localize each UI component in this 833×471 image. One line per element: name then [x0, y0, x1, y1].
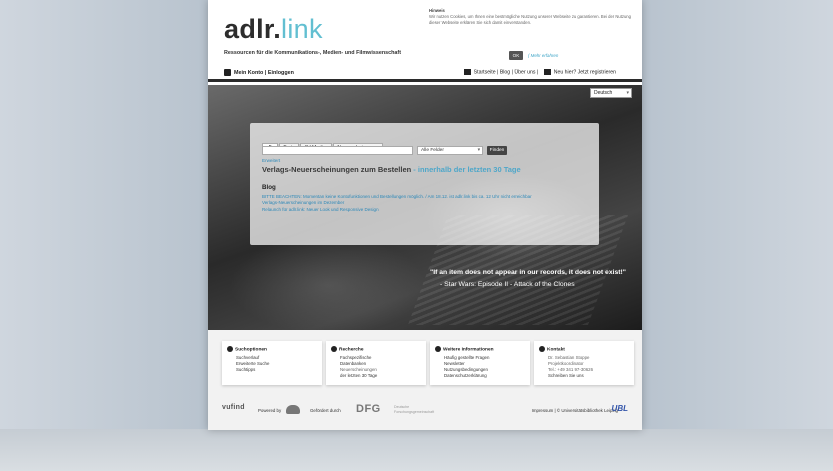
background-left-panel — [0, 0, 208, 471]
nav-links: Startseite | Blog | Über uns | Neu hier?… — [463, 69, 616, 75]
blog-title: Blog — [262, 184, 276, 191]
footer-card-title: Weitere Informationen — [435, 346, 494, 352]
background-right-panel — [641, 0, 833, 471]
logo-text-adlr: adlr. — [224, 14, 282, 44]
dfg-subtitle: Deutsche Forschungsgemeinschaft — [394, 405, 435, 414]
chevron-down-icon: ▾ — [477, 148, 480, 153]
site-tagline: Ressourcen für die Kommunikations-, Medi… — [224, 50, 402, 56]
footer-card-title-text: Recherche — [339, 347, 364, 353]
cookie-ok-button[interactable]: OK — [509, 51, 523, 60]
language-select[interactable]: Deutsch ▾ — [590, 88, 632, 98]
find-button[interactable]: Finden — [487, 146, 507, 155]
account-link[interactable]: Mein Konto | Einloggen — [224, 69, 294, 76]
site-footer: Suchoptionen Suchverlauf Erweiterte Such… — [208, 330, 642, 430]
info-icon — [435, 346, 441, 352]
contact-icon — [539, 346, 545, 352]
footer-card-title: Suchoptionen — [227, 346, 267, 352]
cookie-text: Wir nutzen Cookies, um Ihnen eine bestmö… — [429, 14, 631, 25]
footer-card-links: Dr. Sebastian Stoppe Projektkoordinator … — [548, 355, 593, 379]
binoculars-icon — [331, 346, 337, 352]
gear-icon — [227, 346, 233, 352]
site-header: adlr.link Ressourcen für die Kommunikati… — [208, 0, 642, 66]
funded-by-label: Gefördert durch — [310, 408, 341, 413]
hero-quote-source: - Star Wars: Episode II - Attack of the … — [440, 281, 575, 288]
advanced-search-link[interactable]: Erweitert — [262, 158, 280, 163]
nav-main-links[interactable]: Startseite | Blog | Über uns | — [474, 69, 539, 75]
register-link[interactable]: Neu hier? Jetzt registrieren — [554, 69, 616, 75]
footer-card-links: Suchverlauf Erweiterte Suche Suchtipps — [236, 355, 269, 373]
register-icon — [543, 69, 551, 75]
footer-card-research: Recherche Fachspezifische Datenbanken Ne… — [326, 341, 426, 385]
footer-card-title: Kontakt — [539, 346, 565, 352]
cookie-notice: Hinweis Wir nutzen Cookies, um Ihnen ein… — [429, 8, 635, 26]
dfg-logo[interactable]: DFG — [356, 403, 381, 415]
footer-link[interactable]: Datenschutzerklärung — [444, 373, 489, 379]
cookie-more-link[interactable]: ( Mehr erfahren — [528, 53, 558, 58]
search-input[interactable] — [262, 146, 413, 155]
footer-card-title-text: Suchoptionen — [235, 347, 267, 353]
imprint-links[interactable]: Impressum | © Universitätsbibliothek Lei… — [532, 408, 618, 413]
footer-link[interactable]: der letzten 30 Tage — [340, 373, 377, 379]
blog-item[interactable]: Relaunch für adlr.link: Neuer Look und R… — [262, 207, 592, 213]
ubl-logo[interactable]: UBL — [612, 404, 628, 413]
footer-link[interactable]: Suchtipps — [236, 367, 269, 373]
footer-card-links: Fachspezifische Datenbanken Neuerscheinu… — [340, 355, 377, 379]
website-page: adlr.link Ressourcen für die Kommunikati… — [208, 0, 642, 430]
home-icon — [463, 69, 471, 75]
site-logo[interactable]: adlr.link — [224, 14, 323, 45]
new-releases-title: Verlags-Neuerscheinungen zum Bestellen — [262, 165, 412, 174]
chevron-down-icon: ▾ — [626, 90, 629, 96]
hero-section: Deutsch ▾ alleTexteAV-MedienNeuerscheinu… — [208, 85, 642, 330]
search-panel: alleTexteAV-MedienNeuerscheinungen Alle … — [250, 123, 599, 245]
footer-card-search-options: Suchoptionen Suchverlauf Erweiterte Such… — [222, 341, 322, 385]
new-releases-heading[interactable]: Verlags-Neuerscheinungen zum Bestellen -… — [262, 165, 521, 174]
powered-by-logo[interactable] — [286, 405, 300, 414]
background-floor — [0, 429, 833, 471]
language-value: Deutsch — [594, 90, 613, 96]
partner-bar: vufind Powered by Gefördert durch DFG De… — [222, 403, 628, 417]
powered-by-label: Powered by — [258, 408, 282, 413]
search-tabs: alleTexteAV-MedienNeuerscheinungen — [262, 136, 384, 152]
new-releases-period: - innerhalb der letzten 30 Tage — [411, 165, 521, 174]
footer-card-more-info: Weitere Informationen Häufig gestellte F… — [430, 341, 530, 385]
footer-card-title-text: Weitere Informationen — [443, 347, 494, 353]
vufind-logo[interactable]: vufind — [222, 404, 245, 411]
logo-text-link: link — [281, 14, 323, 44]
footer-card-title-text: Kontakt — [547, 347, 565, 353]
user-icon — [224, 69, 231, 76]
footer-card-contact: Kontakt Dr. Sebastian Stoppe Projektkoor… — [534, 341, 634, 385]
hero-quote: "If an item does not appear in our recor… — [430, 269, 627, 276]
nav-bar: Mein Konto | Einloggen Startseite | Blog… — [208, 66, 642, 82]
search-field-value: Alle Felder — [421, 148, 444, 153]
search-field-select[interactable]: Alle Felder ▾ — [417, 146, 483, 155]
footer-card-title: Recherche — [331, 346, 364, 352]
footer-link[interactable]: Schreiben Sie uns — [548, 373, 593, 379]
footer-card-links: Häufig gestellte Fragen Newsletter Nutzu… — [444, 355, 489, 379]
account-label: Mein Konto | Einloggen — [234, 69, 294, 76]
blog-list: BITTE BEACHTEN: Momentan keine Kontofunk… — [262, 194, 592, 213]
